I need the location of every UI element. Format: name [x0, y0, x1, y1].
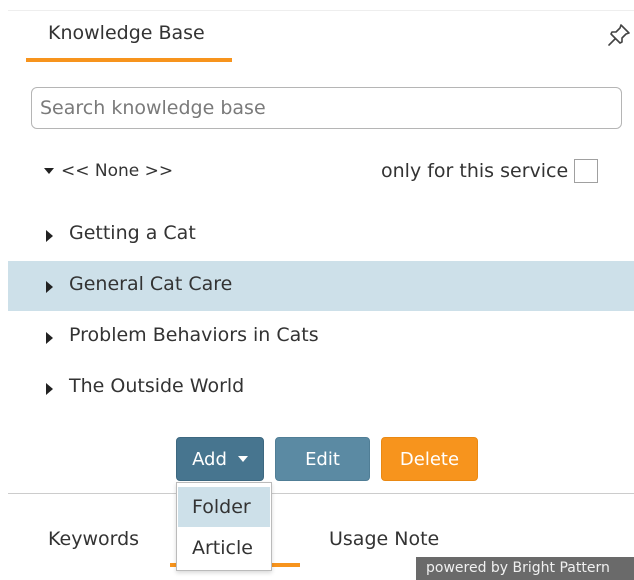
chevron-down-icon [237, 456, 248, 462]
edit-button[interactable]: Edit [275, 437, 370, 481]
tree-item-outside-world[interactable]: The Outside World [8, 363, 634, 413]
search-input[interactable] [31, 87, 622, 129]
add-button-label: Add [192, 448, 227, 470]
tree-item-label: Getting a Cat [69, 222, 196, 244]
tree-item-label: General Cat Care [69, 273, 233, 295]
edit-button-label: Edit [305, 448, 340, 470]
menu-item-article[interactable]: Article [178, 528, 270, 568]
caret-right-icon[interactable] [46, 230, 53, 242]
tree-item-getting-a-cat[interactable]: Getting a Cat [8, 210, 634, 260]
active-tab-underline [26, 58, 232, 62]
only-for-service-label: only for this service [381, 160, 569, 182]
caret-down-icon [44, 168, 54, 174]
tab-knowledge-base-label: Knowledge Base [48, 22, 205, 44]
delete-button[interactable]: Delete [381, 437, 478, 481]
folder-selector[interactable]: << None >> [44, 158, 173, 184]
powered-by-footer: powered by Bright Pattern [416, 557, 634, 580]
add-button[interactable]: Add [176, 437, 264, 481]
tree-item-label: Problem Behaviors in Cats [69, 324, 319, 346]
top-border [8, 10, 634, 11]
folder-selector-label: << None >> [61, 161, 174, 181]
only-for-service-checkbox[interactable] [574, 159, 598, 183]
tab-usage-note[interactable]: Usage Note [329, 528, 439, 550]
tab-keywords[interactable]: Keywords [48, 528, 139, 550]
tree-item-label: The Outside World [69, 375, 245, 397]
section-divider [8, 493, 634, 494]
caret-right-icon[interactable] [46, 281, 53, 293]
tree-item-problem-behaviors[interactable]: Problem Behaviors in Cats [8, 312, 634, 362]
caret-right-icon[interactable] [46, 332, 53, 344]
pin-icon[interactable] [606, 22, 632, 48]
tab-knowledge-base[interactable]: Knowledge Base [26, 14, 232, 62]
add-dropdown-menu: Folder Article [176, 482, 272, 571]
menu-item-folder[interactable]: Folder [178, 487, 270, 527]
knowledge-base-panel: Knowledge Base << None >> only for this … [0, 0, 634, 580]
tree-item-general-cat-care[interactable]: General Cat Care [8, 261, 634, 311]
caret-right-icon[interactable] [46, 383, 53, 395]
delete-button-label: Delete [399, 448, 460, 470]
